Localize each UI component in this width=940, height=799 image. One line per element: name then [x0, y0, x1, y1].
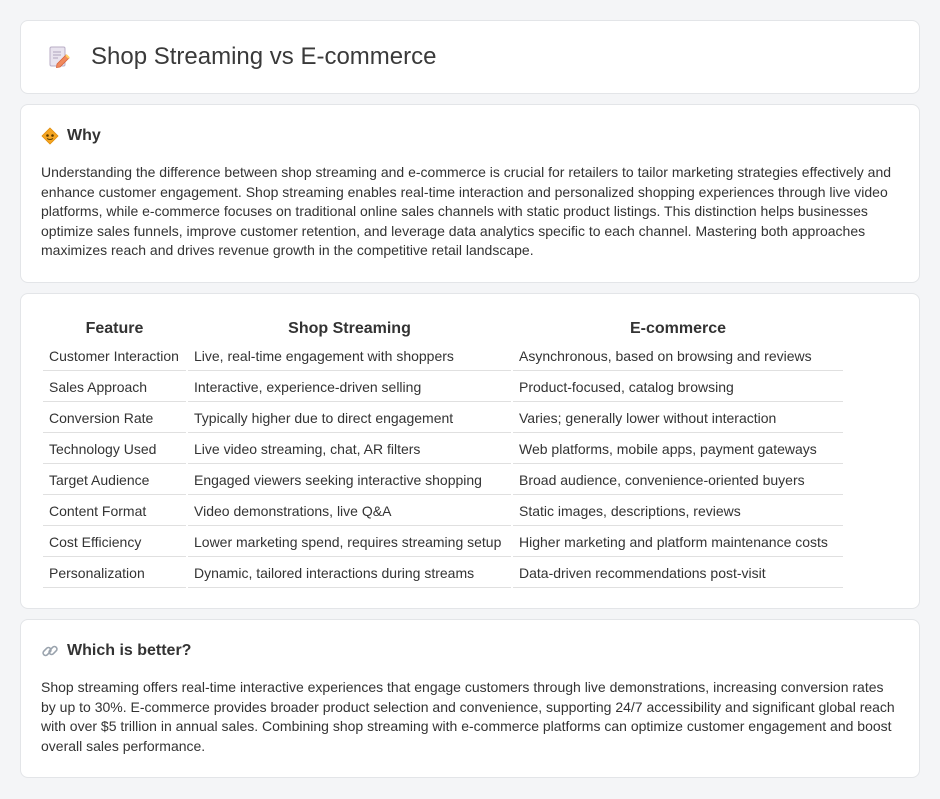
e-commerce-cell: Varies; generally lower without interact…: [513, 404, 843, 433]
warning-diamond-icon: [41, 127, 59, 145]
which-is-better-section: Which is better? Shop streaming offers r…: [20, 619, 920, 778]
table-row: Sales Approach Interactive, experience-d…: [43, 373, 843, 402]
which-is-better-text: Shop streaming offers real-time interact…: [41, 679, 895, 754]
header-feature: Feature: [85, 320, 144, 337]
e-commerce-cell: Product-focused, catalog browsing: [513, 373, 843, 402]
shop-streaming-cell: Dynamic, tailored interactions during st…: [188, 559, 511, 588]
shop-streaming-cell: Typically higher due to direct engagemen…: [188, 404, 511, 433]
table-row: Personalization Dynamic, tailored intera…: [43, 559, 843, 588]
feature-cell: Target Audience: [43, 466, 186, 495]
e-commerce-cell: Higher marketing and platform maintenanc…: [513, 528, 843, 557]
table-row: Cost Efficiency Lower marketing spend, r…: [43, 528, 843, 557]
header-e-commerce: E-commerce: [629, 320, 727, 337]
e-commerce-cell: Broad audience, convenience-oriented buy…: [513, 466, 843, 495]
header-shop-streaming: Shop Streaming: [288, 320, 411, 337]
why-section: Why Understanding the difference between…: [20, 104, 920, 283]
e-commerce-cell: Static images, descriptions, reviews: [513, 497, 843, 526]
shop-streaming-cell: Video demonstrations, live Q&A: [188, 497, 511, 526]
feature-cell: Sales Approach: [43, 373, 186, 402]
header-card: Shop Streaming vs E-commerce: [20, 20, 920, 94]
feature-cell: Conversion Rate: [43, 404, 186, 433]
why-title: Why: [67, 127, 101, 144]
e-commerce-cell: Data-driven recommendations post-visit: [513, 559, 843, 588]
shop-streaming-cell: Interactive, experience-driven selling: [188, 373, 511, 402]
which-is-better-title: Which is better?: [67, 642, 192, 659]
feature-cell: Technology Used: [43, 435, 186, 464]
feature-cell: Personalization: [43, 559, 186, 588]
e-commerce-cell: Web platforms, mobile apps, payment gate…: [513, 435, 843, 464]
why-text: Understanding the difference between sho…: [41, 164, 892, 259]
shop-streaming-cell: Live video streaming, chat, AR filters: [188, 435, 511, 464]
page-title: Shop Streaming vs E-commerce: [91, 43, 437, 70]
comparison-section: Feature Shop Streaming E-commerce Custom…: [20, 293, 920, 609]
which-is-better-heading: Which is better?: [41, 642, 899, 660]
feature-cell: Content Format: [43, 497, 186, 526]
table-row: Technology Used Live video streaming, ch…: [43, 435, 843, 464]
table-row: Conversion Rate Typically higher due to …: [43, 404, 843, 433]
table-row: Customer Interaction Live, real-time eng…: [43, 342, 843, 371]
shop-streaming-cell: Engaged viewers seeking interactive shop…: [188, 466, 511, 495]
feature-cell: Customer Interaction: [43, 342, 186, 371]
feature-cell: Cost Efficiency: [43, 528, 186, 557]
link-icon: [41, 642, 59, 660]
table-row: Target Audience Engaged viewers seeking …: [43, 466, 843, 495]
shop-streaming-cell: Live, real-time engagement with shoppers: [188, 342, 511, 371]
why-heading: Why: [41, 127, 899, 145]
shop-streaming-cell: Lower marketing spend, requires streamin…: [188, 528, 511, 557]
comparison-table: Feature Shop Streaming E-commerce Custom…: [41, 314, 845, 590]
e-commerce-cell: Asynchronous, based on browsing and revi…: [513, 342, 843, 371]
table-header-row: Feature Shop Streaming E-commerce: [43, 316, 843, 340]
table-row: Content Format Video demonstrations, liv…: [43, 497, 843, 526]
document-pencil-icon: [47, 45, 71, 69]
